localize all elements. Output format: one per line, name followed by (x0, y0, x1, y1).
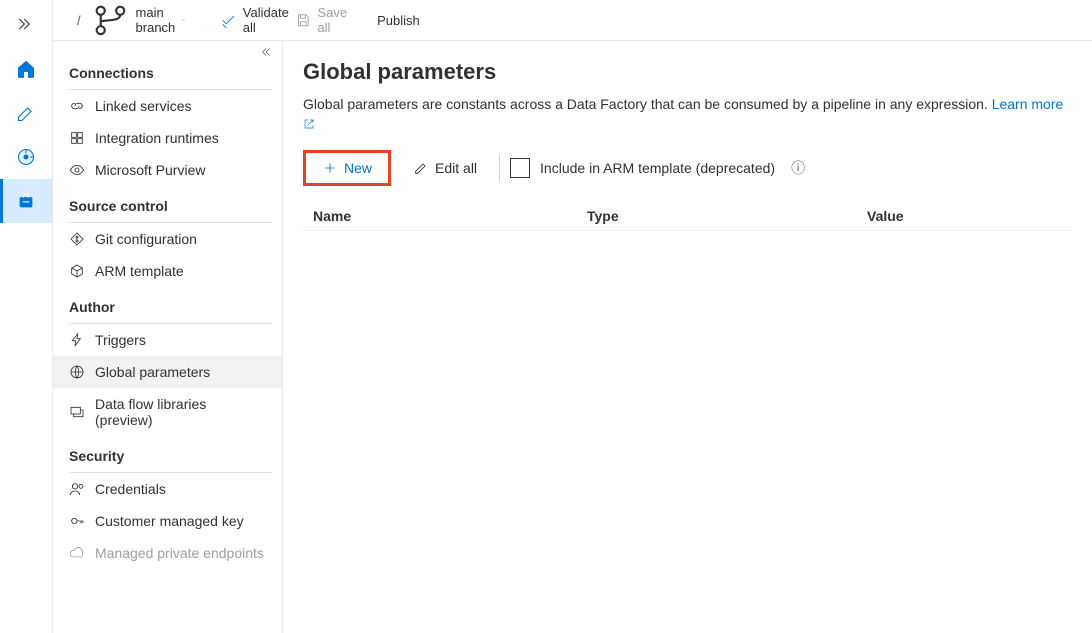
sidebar-item-managed-pe: Managed private endpoints (53, 537, 282, 569)
plus-icon (322, 160, 338, 176)
sidebar-item-git-config[interactable]: Git configuration (53, 223, 282, 255)
eye-icon (69, 162, 85, 178)
include-arm-checkbox[interactable] (510, 158, 530, 178)
new-label: New (344, 160, 372, 176)
grid-icon (69, 130, 85, 146)
info-icon[interactable]: ⓘ (791, 158, 805, 178)
publish-button[interactable]: Publish (371, 13, 420, 28)
edit-all-label: Edit all (435, 160, 477, 176)
save-all-button: Save all (295, 5, 347, 35)
table-header-row: Name Type Value (303, 202, 1072, 231)
column-name: Name (307, 208, 587, 224)
collapse-panel-icon[interactable] (258, 45, 272, 62)
sidebar-item-label: Triggers (95, 332, 146, 348)
pencil-icon (413, 160, 429, 176)
external-link-icon (303, 118, 315, 130)
section-connections: Connections (53, 53, 282, 85)
breadcrumb-divider: / (77, 13, 81, 28)
nav-manage[interactable] (0, 179, 52, 223)
sidebar-item-global-parameters[interactable]: Global parameters (53, 356, 282, 388)
sidebar-item-label: Managed private endpoints (95, 545, 264, 561)
page-description: Global parameters are constants across a… (303, 95, 1072, 134)
globe-icon (69, 364, 85, 380)
nav-author[interactable] (0, 91, 52, 135)
sidebar-item-label: ARM template (95, 263, 184, 279)
nav-home[interactable] (0, 47, 52, 91)
bolt-icon (69, 332, 85, 348)
cloud-icon (69, 545, 85, 561)
key-icon (69, 513, 85, 529)
new-button[interactable]: New (303, 150, 391, 186)
sidebar-item-triggers[interactable]: Triggers (53, 324, 282, 356)
sidebar-item-label: Git configuration (95, 231, 197, 247)
sidebar-item-integration-runtimes[interactable]: Integration runtimes (53, 122, 282, 154)
column-value: Value (867, 208, 1068, 224)
save-label: Save all (317, 5, 347, 35)
sidebar-item-label: Microsoft Purview (95, 162, 205, 178)
page-title: Global parameters (303, 59, 1072, 85)
sidebar-item-cmk[interactable]: Customer managed key (53, 505, 282, 537)
flow-icon (69, 404, 85, 420)
sidebar-item-credentials[interactable]: Credentials (53, 473, 282, 505)
sidebar-item-label: Data flow libraries (preview) (95, 396, 266, 428)
section-author: Author (53, 287, 282, 319)
sidebar-item-arm-template[interactable]: ARM template (53, 255, 282, 287)
validate-all-button[interactable]: Validate all (220, 5, 289, 35)
edit-all-button[interactable]: Edit all (401, 150, 489, 186)
section-source-control: Source control (53, 186, 282, 218)
section-security: Security (53, 436, 282, 468)
nav-monitor[interactable] (0, 135, 52, 179)
sidebar-item-label: Linked services (95, 98, 192, 114)
publish-label: Publish (377, 13, 420, 28)
link-icon (69, 98, 85, 114)
branch-selector[interactable]: main branch (91, 1, 187, 40)
git-icon (69, 231, 85, 247)
expand-rail-icon[interactable] (16, 8, 36, 47)
branch-label: main branch (136, 5, 176, 35)
sidebar-item-linked-services[interactable]: Linked services (53, 90, 282, 122)
chevron-down-icon (181, 14, 186, 26)
divider (499, 155, 500, 181)
sidebar-item-label: Global parameters (95, 364, 210, 380)
sidebar-item-label: Customer managed key (95, 513, 244, 529)
include-arm-label: Include in ARM template (deprecated) (540, 160, 775, 176)
user-icon (69, 481, 85, 497)
sidebar-item-label: Credentials (95, 481, 166, 497)
validate-label: Validate all (243, 5, 289, 35)
sidebar-item-purview[interactable]: Microsoft Purview (53, 154, 282, 186)
column-type: Type (587, 208, 867, 224)
sidebar-item-dataflow-libraries[interactable]: Data flow libraries (preview) (53, 388, 282, 436)
cube-icon (69, 263, 85, 279)
sidebar-item-label: Integration runtimes (95, 130, 219, 146)
